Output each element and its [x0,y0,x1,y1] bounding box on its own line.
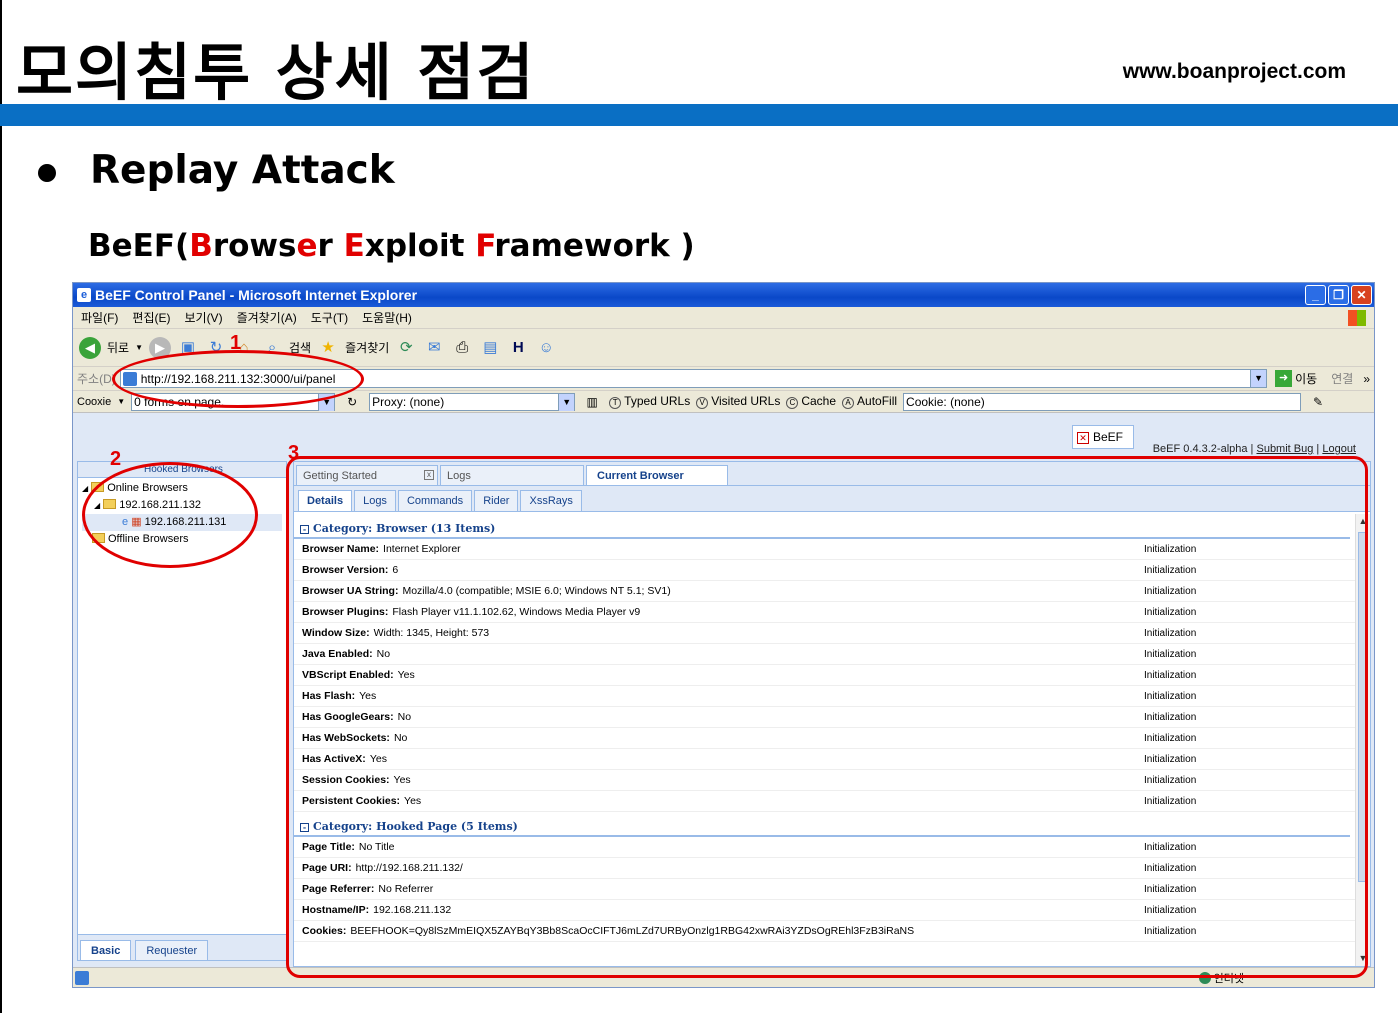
visited-urls-icon: V [696,397,709,409]
book-icon[interactable]: ▥ [581,391,603,413]
menu-view[interactable]: 보기(V) [184,309,222,326]
minimize-button[interactable]: _ [1305,285,1326,305]
proxy-dropdown-icon[interactable]: ▼ [558,393,575,411]
cache-icon: C [786,397,799,409]
menu-help[interactable]: 도움말(H) [362,309,412,326]
beef-version: BeEF 0.4.3.2-alpha [1152,443,1248,455]
go-label: 이동 [1295,372,1318,386]
bullet-text: Replay Attack [90,148,395,193]
menu-bar: 파일(F) 편집(E) 보기(V) 즐겨찾기(A) 도구(T) 도움말(H) [73,307,1374,329]
favorites-star-icon[interactable]: ★ [317,337,339,359]
highlight-ellipse-tree [82,462,258,568]
submit-bug-link[interactable]: Submit Bug [1256,443,1313,455]
menu-tools[interactable]: 도구(T) [311,309,348,326]
close-button[interactable]: ✕ [1351,285,1372,305]
ie-logo-icon: e [77,288,91,302]
window-title: BeEF Control Panel - Microsoft Internet … [95,287,418,303]
address-label: 주소(D) [77,372,116,386]
collapse-icon[interactable]: ◢ [82,484,88,493]
beef-version-line: BeEF 0.4.3.2-alpha | Submit Bug | Logout [1152,443,1356,455]
messenger-icon[interactable]: ☺ [535,337,557,359]
annotation-label-3: 3 [288,442,300,464]
cookie-menu[interactable]: Cooxie [77,396,111,408]
broken-image-icon: ✕ [1077,432,1089,444]
print-icon[interactable]: ⎙ [451,337,473,359]
header-band [0,104,1398,126]
autofill-toggle[interactable]: A AutoFill [842,394,897,409]
bullet-dot [38,164,56,182]
typed-urls-icon: T [609,397,622,409]
slide-url: www.boanproject.com [1122,60,1346,83]
slide-title: 모의침투 상세 점검 [16,36,536,109]
address-dropdown-icon[interactable]: ▼ [1250,370,1267,387]
beef-logo: ✕ BeEF [1072,425,1134,449]
tab-requester[interactable]: Requester [135,940,209,960]
highlight-ellipse-address [112,350,364,408]
edit-cookie-icon[interactable]: ✎ [1307,391,1329,413]
page-status-icon [75,970,89,985]
left-panel-tabs: Basic Requester [78,934,286,960]
cookie-field[interactable]: Cookie: (none) [903,392,1302,411]
history-icon[interactable]: ⟳ [395,337,417,359]
back-button-label[interactable]: 뒤로 [107,339,129,356]
edit-icon[interactable]: ▤ [479,337,501,359]
autofill-icon: A [842,397,855,409]
cookie-dropdown-icon[interactable]: ▼ [117,397,125,406]
go-button[interactable]: ➜ 이동 [1275,370,1317,387]
annotation-label-1: 1 [230,332,242,354]
proxy-select[interactable]: Proxy: (none) ▼ [369,392,576,411]
windows-flag-icon [1348,309,1366,326]
h-toolbar-icon[interactable]: H [507,337,529,359]
menu-edit[interactable]: 편집(E) [132,309,170,326]
chevron-right-icon[interactable]: » [1363,372,1370,386]
slide-subtitle: BeEF(Browser Exploit Framework ) [88,228,695,264]
annotation-label-2: 2 [110,448,122,470]
cache-toggle[interactable]: C Cache [786,394,836,409]
visited-urls-toggle[interactable]: V Visited URLs [696,394,780,409]
mail-icon[interactable]: ✉ [423,337,445,359]
back-dropdown-icon[interactable]: ▼ [135,343,143,352]
typed-urls-toggle[interactable]: T Typed URLs [609,394,690,409]
window-titlebar[interactable]: e BeEF Control Panel - Microsoft Interne… [73,283,1374,307]
highlight-box-details [286,456,1368,978]
restore-button[interactable]: ❐ [1328,285,1349,305]
tab-basic[interactable]: Basic [80,940,132,960]
slide-left-rule [0,0,2,1013]
favorites-button-label[interactable]: 즐겨찾기 [345,339,389,356]
back-arrow-icon[interactable]: ◀ [79,336,101,359]
menu-file[interactable]: 파일(F) [81,309,118,326]
go-arrow-icon: ➜ [1275,370,1293,387]
menu-favorites[interactable]: 즐겨찾기(A) [237,309,297,326]
logout-link[interactable]: Logout [1322,443,1356,455]
links-label[interactable]: 연결 [1331,370,1353,387]
